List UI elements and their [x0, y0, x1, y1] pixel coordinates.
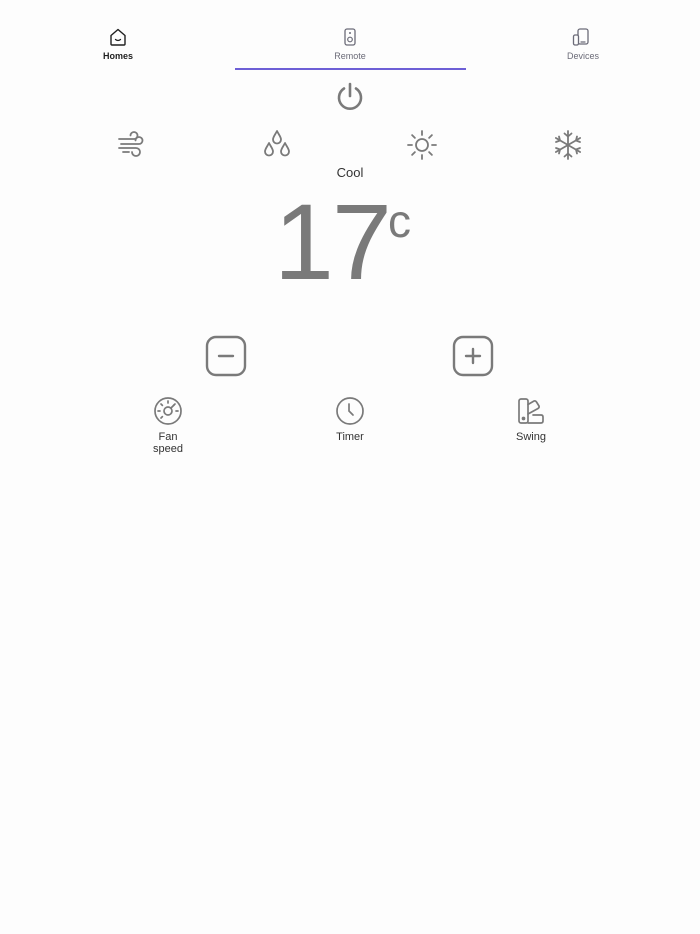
wind-icon: [118, 131, 144, 157]
current-mode-label: Cool: [336, 165, 364, 180]
droplets-icon: [264, 130, 290, 157]
power-icon: [337, 82, 363, 110]
sun-icon: [407, 130, 437, 160]
mode-fan-button[interactable]: [115, 128, 149, 162]
devices-icon: [570, 26, 592, 48]
active-tab-indicator: [235, 68, 466, 70]
fan-speed-button[interactable]: Fan speed: [128, 396, 208, 455]
power-button[interactable]: [334, 80, 366, 112]
tab-homes[interactable]: Homes: [0, 0, 236, 70]
swing-button[interactable]: Swing: [491, 396, 571, 443]
temperature-value: 17: [273, 181, 392, 302]
swatch-icon: [516, 396, 546, 426]
timer-button[interactable]: Timer: [310, 396, 390, 443]
clock-icon: [335, 396, 365, 426]
tab-remote[interactable]: Remote: [234, 0, 466, 70]
mode-cool-button[interactable]: [551, 128, 585, 162]
mode-heat-button[interactable]: [405, 128, 439, 162]
snowflake-icon: [555, 130, 582, 160]
timer-label: Timer: [336, 431, 364, 443]
tab-devices-label: Devices: [566, 51, 599, 61]
gauge-icon: [153, 396, 183, 426]
minus-square-icon: [205, 335, 247, 377]
tab-homes-label: Homes: [102, 51, 133, 61]
remote-icon: [339, 26, 361, 48]
fan-speed-label: Fan speed: [153, 431, 183, 455]
tab-devices[interactable]: Devices: [466, 0, 700, 70]
swing-label: Swing: [516, 431, 546, 443]
plus-square-icon: [452, 335, 494, 377]
decrease-temperature-button[interactable]: [205, 335, 247, 377]
mode-dry-button[interactable]: [260, 128, 294, 162]
temperature-unit: c: [388, 195, 411, 247]
tab-remote-label: Remote: [334, 51, 366, 61]
tab-bar: Homes Remote Devices: [0, 0, 700, 72]
home-icon: [107, 26, 129, 48]
increase-temperature-button[interactable]: [452, 335, 494, 377]
